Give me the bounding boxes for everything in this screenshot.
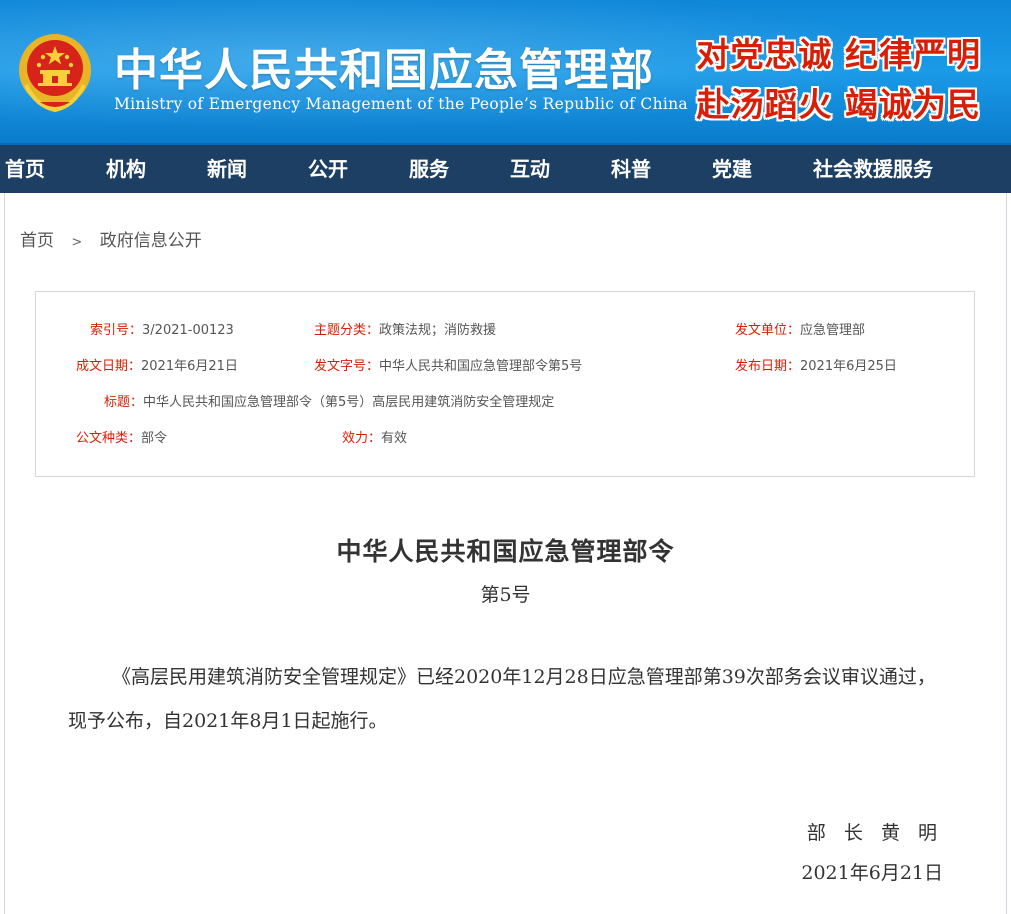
meta-topic-value: 政策法规；消防救援 [379,323,497,338]
nav-item-home[interactable]: 首页 [5,145,45,193]
document-title: 中华人民共和国应急管理部令 [336,537,675,566]
document-paragraph: 《高层民用建筑消防安全管理规定》已经2020年12月28日应急管理部第39次部务… [68,666,936,732]
meta-title-label: 标题： [104,395,144,410]
nav-item-news[interactable]: 新闻 [207,145,247,193]
breadcrumb-current-link[interactable]: 政府信息公开 [100,231,202,251]
meta-doc-no: 发文字号：中华人民共和国应急管理部令第5号 [314,359,582,375]
document-date: 2021年6月21日 [801,862,943,884]
meta-index-no-value: 3/2021-00123 [142,323,234,338]
meta-published-date: 发布日期：2021年6月25日 [735,359,897,375]
meta-validity-label: 效力： [342,431,382,446]
nav-item-disclosure[interactable]: 公开 [308,145,348,193]
meta-topic: 主题分类：政策法规；消防救援 [314,323,496,339]
meta-published-date-value: 2021年6月25日 [800,359,897,374]
meta-issuer-label: 发文单位： [735,323,801,338]
nav-item-interaction[interactable]: 互动 [510,145,550,193]
national-emblem-icon[interactable] [16,30,94,114]
site-title[interactable]: 中华人民共和国应急管理部 [114,34,654,98]
meta-title-value: 中华人民共和国应急管理部令（第5号）高层民用建筑消防安全管理规定 [143,395,555,410]
meta-doc-no-label: 发文字号： [314,359,380,374]
meta-validity: 效力：有效 [342,431,407,447]
document-meta-box: 索引号：3/2021-00123 主题分类：政策法规；消防救援 发文单位：应急管… [35,291,975,477]
meta-index-no: 索引号：3/2021-00123 [90,323,234,339]
breadcrumb-home-link[interactable]: 首页 [20,231,54,251]
document-number: 第5号 [480,584,531,606]
main-nav: 首页 机构 新闻 公开 服务 互动 科普 党建 社会救援服务 [0,143,1011,193]
nav-item-science[interactable]: 科普 [611,145,651,193]
site-header: 中华人民共和国应急管理部 Ministry of Emergency Manag… [0,0,1011,143]
breadcrumb-separator: > [71,235,83,250]
meta-issuer-value: 应急管理部 [800,323,866,338]
nav-item-services[interactable]: 服务 [409,145,449,193]
meta-created-date-label: 成文日期： [76,359,142,374]
meta-topic-label: 主题分类： [314,323,380,338]
breadcrumb: 首页 > 政府信息公开 [20,226,202,251]
site-subtitle: Ministry of Emergency Management of the … [114,95,688,113]
meta-issuer: 发文单位：应急管理部 [735,323,865,339]
meta-index-no-label: 索引号： [90,323,143,338]
nav-item-organization[interactable]: 机构 [106,145,146,193]
meta-doc-type-label: 公文种类： [76,431,142,446]
meta-validity-value: 有效 [381,431,408,446]
meta-published-date-label: 发布日期： [735,359,801,374]
meta-doc-type-value: 部令 [141,431,168,446]
meta-created-date: 成文日期：2021年6月21日 [76,359,238,375]
meta-title: 标题：中华人民共和国应急管理部令（第5号）高层民用建筑消防安全管理规定 [104,395,554,411]
document-signer: 部 长 黄 明 [806,822,943,844]
nav-item-rescue-service[interactable]: 社会救援服务 [813,145,933,193]
meta-doc-type: 公文种类：部令 [76,431,167,447]
slogan-line-2: 赴汤蹈火 竭诚为民 [696,85,981,124]
nav-item-party[interactable]: 党建 [712,145,752,193]
slogan-line-1: 对党忠诚 纪律严明 [696,35,981,74]
meta-created-date-value: 2021年6月21日 [141,359,238,374]
meta-doc-no-value: 中华人民共和国应急管理部令第5号 [379,359,583,374]
